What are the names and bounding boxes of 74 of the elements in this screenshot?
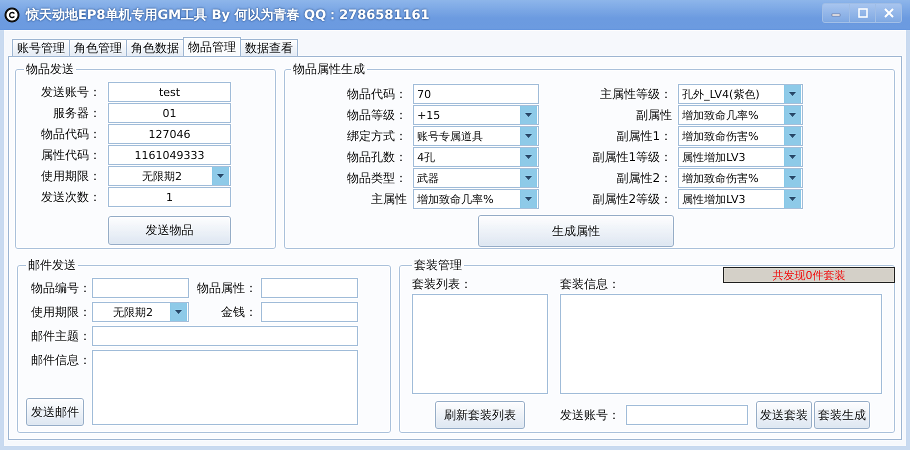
field-label: 物品等级： xyxy=(346,106,408,124)
dropdown[interactable]: 增加致命几率% xyxy=(413,189,540,209)
window-title: 惊天动地EP8单机专用GM工具 By 何以为青春 QQ：2786581161 xyxy=(26,6,431,24)
field-label: 物品类型： xyxy=(346,170,408,186)
dropdown[interactable]: 增加致命几率% xyxy=(678,105,804,125)
field-label: 副属性 xyxy=(635,106,674,124)
dropdown[interactable]: 增加致命伤害% xyxy=(678,126,804,146)
field-label: 属性代码： xyxy=(40,146,101,164)
input-field[interactable]: 127046 xyxy=(108,124,231,144)
app-icon xyxy=(4,7,20,23)
text-area[interactable] xyxy=(560,294,882,394)
field-label: 金钱： xyxy=(220,304,258,320)
refresh-button[interactable]: 刷新套装列表 xyxy=(435,401,525,429)
input-field[interactable] xyxy=(92,326,358,346)
field-label: 绑定方式： xyxy=(346,128,408,144)
group-title: 套装管理 xyxy=(413,257,463,274)
field-label: 副属性1等级： xyxy=(591,148,674,166)
generate-suit-button[interactable]: 套装生成 xyxy=(814,401,870,429)
field-label: 物品代码： xyxy=(40,126,101,142)
input-field[interactable]: 01 xyxy=(108,103,231,123)
input-field[interactable] xyxy=(261,302,358,322)
dropdown[interactable]: 武器 xyxy=(413,168,540,188)
dropdown[interactable]: +15 xyxy=(413,105,540,125)
input-field[interactable]: 70 xyxy=(413,84,540,104)
dropdown[interactable]: 无限期2 xyxy=(92,302,189,322)
field-label: 服务器： xyxy=(52,104,101,122)
field-label: 副属性2： xyxy=(615,170,674,186)
group-title: 物品属性生成 xyxy=(292,61,366,78)
field-label: 副属性1： xyxy=(615,128,674,144)
field-label: 物品编号： xyxy=(30,280,92,296)
field-label: 套装信息： xyxy=(560,276,621,292)
close-icon xyxy=(884,8,894,18)
status-label: 共发现0件套装 xyxy=(723,267,895,283)
input-field[interactable]: test xyxy=(108,82,231,102)
dropdown[interactable]: 账号专属道具 xyxy=(413,126,540,146)
dropdown[interactable]: 增加致命伤害% xyxy=(678,168,804,188)
tab[interactable]: 物品管理 xyxy=(183,37,241,56)
send-item-button[interactable]: 发送物品 xyxy=(108,216,231,245)
group-title: 邮件发送 xyxy=(27,257,77,274)
field-label: 主属性 xyxy=(370,190,408,208)
field-label: 副属性2等级： xyxy=(591,190,674,208)
text-area[interactable] xyxy=(92,350,358,425)
suit-list[interactable] xyxy=(412,294,548,394)
field-label: 物品代码： xyxy=(346,86,408,102)
send-mail-button[interactable]: 发送邮件 xyxy=(26,398,84,426)
input-field[interactable] xyxy=(92,278,189,298)
dropdown[interactable]: 孔外_LV4(紫色) xyxy=(678,84,804,104)
field-label: 邮件信息： xyxy=(30,352,91,368)
field-label: 发送账号： xyxy=(560,406,620,424)
field-label: 使用期限： xyxy=(40,168,101,184)
tab[interactable]: 账号管理 xyxy=(12,39,70,56)
tab[interactable]: 角色数据 xyxy=(126,39,184,56)
field-label: 套装列表： xyxy=(412,276,473,292)
generate-button[interactable]: 生成属性 xyxy=(478,215,674,247)
field-label: 主属性等级： xyxy=(599,86,674,102)
field-label: 邮件主题： xyxy=(30,328,92,344)
tab[interactable]: 数据查看 xyxy=(240,39,298,56)
tab[interactable]: 角色管理 xyxy=(69,39,127,56)
group-title: 物品发送 xyxy=(25,61,75,78)
input-field[interactable] xyxy=(626,405,748,425)
dropdown[interactable]: 属性增加LV3 xyxy=(678,189,804,209)
dropdown[interactable]: 无限期2 xyxy=(108,166,231,186)
field-label: 使用期限： xyxy=(30,304,92,320)
dropdown[interactable]: 属性增加LV3 xyxy=(678,147,804,167)
send-suit-button[interactable]: 发送套装 xyxy=(756,401,812,429)
field-label: 物品属性： xyxy=(196,280,258,296)
input-field[interactable]: 1 xyxy=(108,187,231,207)
input-field[interactable] xyxy=(261,278,358,298)
field-label: 物品孔数： xyxy=(346,148,408,166)
dropdown[interactable]: 4孔 xyxy=(413,147,540,167)
field-label: 发送次数： xyxy=(40,188,101,206)
field-label: 发送账号： xyxy=(40,84,101,100)
maximize-icon xyxy=(858,8,868,18)
input-field[interactable]: 1161049333 xyxy=(108,145,231,165)
